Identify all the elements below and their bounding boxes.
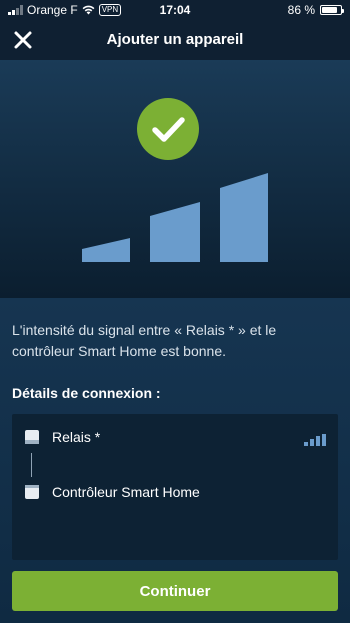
header: Ajouter un appareil: [0, 20, 350, 60]
battery-fill: [322, 7, 338, 13]
battery-percent: 86 %: [287, 3, 315, 17]
battery-icon: [320, 5, 344, 15]
device-label-relay: Relais *: [52, 429, 101, 445]
connection-details-title: Détails de connexion :: [12, 385, 161, 401]
device-row-relay: Relais *: [24, 429, 100, 445]
controller-device-icon: [25, 485, 39, 499]
signal-message: L'intensité du signal entre « Relais * »…: [12, 322, 277, 359]
connection-details-card: Relais * Contrôleur Smart Home: [12, 414, 338, 560]
signal-bar-3: [220, 173, 268, 262]
relay-device-icon: [25, 430, 39, 444]
signal-bar-2: [150, 202, 200, 262]
connection-line: [31, 453, 32, 477]
main-content: L'intensité du signal entre « Relais * »…: [0, 298, 350, 623]
status-bar: Orange F VPN 17:04 86 %: [0, 0, 350, 20]
relay-signal-icon: [304, 434, 326, 446]
continue-button[interactable]: Continuer: [12, 571, 338, 611]
success-badge: [137, 98, 199, 160]
page-title: Ajouter un appareil: [106, 31, 244, 48]
device-row-controller: Contrôleur Smart Home: [24, 484, 200, 500]
signal-hero: [0, 60, 350, 298]
check-icon: [152, 117, 185, 142]
signal-strength-graphic: [82, 173, 268, 262]
signal-bar-1: [82, 238, 130, 262]
device-label-controller: Contrôleur Smart Home: [52, 484, 200, 500]
status-right: 86 %: [287, 3, 344, 17]
